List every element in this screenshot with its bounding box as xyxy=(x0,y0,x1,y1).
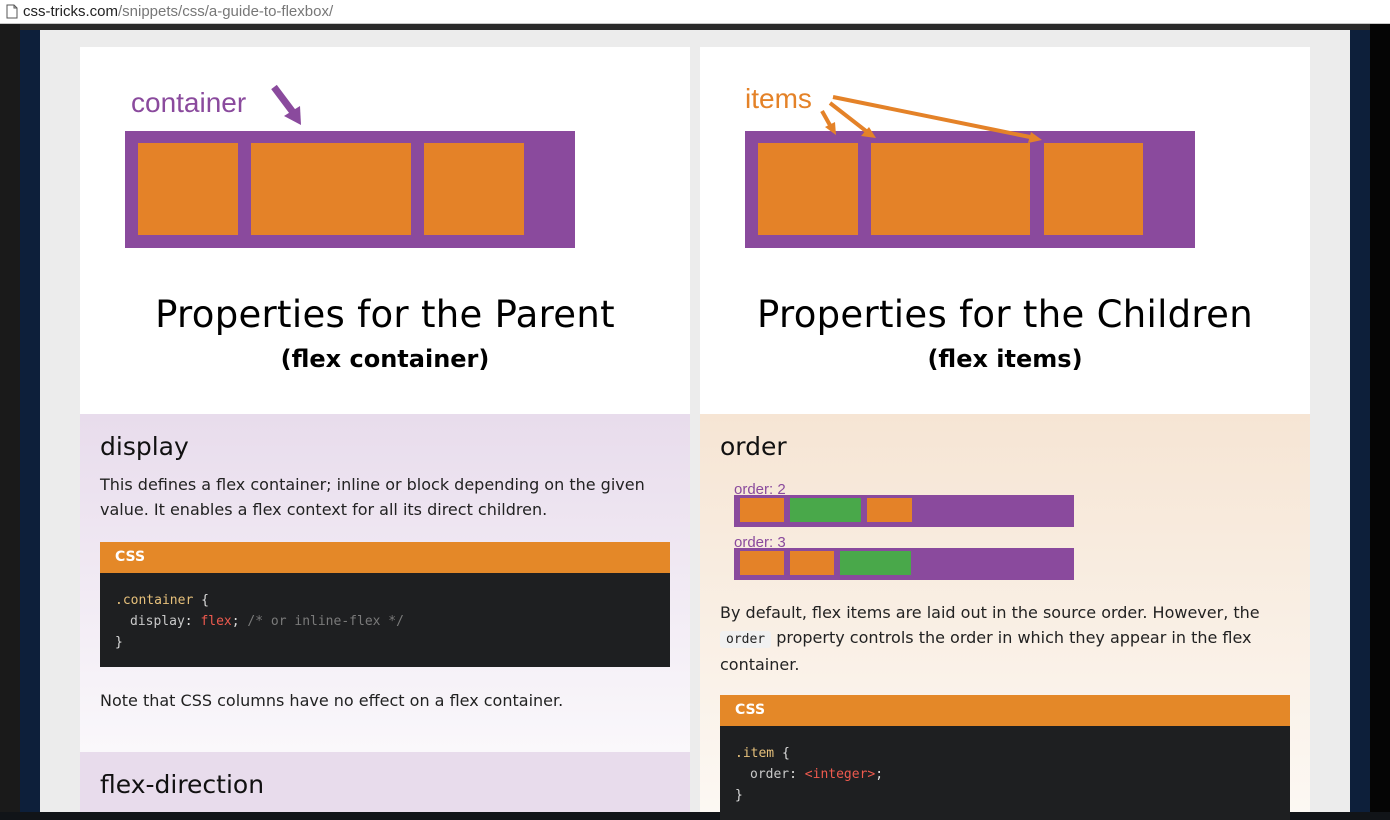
code-body[interactable]: .container { display: flex; /* or inline… xyxy=(100,573,670,667)
code-brace-open: { xyxy=(774,746,790,761)
order-example-1-item-3 xyxy=(867,498,912,522)
container-item-3 xyxy=(424,143,524,235)
container-item-1 xyxy=(138,143,238,235)
flex-direction-heading[interactable]: flex-direction xyxy=(100,770,264,799)
url-path: /snippets/css/a-guide-to-flexbox/ xyxy=(118,3,334,20)
flex-direction-section: flex-direction xyxy=(80,752,690,812)
url-text[interactable]: css-tricks.com/snippets/css/a-guide-to-f… xyxy=(23,3,333,20)
order-example-2-item-1 xyxy=(740,551,784,575)
window-edge-right xyxy=(1370,24,1390,812)
code-brace-open: { xyxy=(193,593,209,608)
order-section: order order: 2 order: 3 By default, flex… xyxy=(700,414,1310,820)
order-example-1-item-1 xyxy=(740,498,784,522)
order-example-2-item-3 xyxy=(840,551,911,575)
order-inline-code: order xyxy=(720,631,772,648)
url-host: css-tricks.com xyxy=(23,3,118,20)
order-description: By default, flex items are laid out in t… xyxy=(720,600,1290,677)
items-diagram xyxy=(745,95,1195,248)
parent-hero: container Properties for the Parent (fle… xyxy=(80,47,690,414)
page-background-right xyxy=(1350,30,1370,812)
order-example-2-label: order: 3 xyxy=(734,534,786,551)
code-colon: : xyxy=(184,614,201,629)
container-item-2 xyxy=(251,143,411,235)
children-column: items Properties for the Children (flex … xyxy=(700,47,1310,820)
container-arrow-line xyxy=(271,84,298,118)
code-semicolon: ; xyxy=(875,767,884,782)
order-example-1-item-2 xyxy=(790,498,861,522)
code-value: <integer> xyxy=(804,767,876,782)
code-brace-close: } xyxy=(735,788,743,803)
parent-column: container Properties for the Parent (fle… xyxy=(80,47,690,812)
code-body[interactable]: .item { order: <integer>; } xyxy=(720,726,1290,820)
code-language-label: CSS xyxy=(720,695,1290,726)
code-value: flex xyxy=(200,614,232,629)
order-heading[interactable]: order xyxy=(720,432,787,461)
code-property: order xyxy=(750,767,790,782)
items-arrow-2-line xyxy=(828,101,868,133)
code-brace-close: } xyxy=(115,635,123,650)
children-title: Properties for the Children xyxy=(757,293,1253,336)
order-diagram xyxy=(734,495,1074,580)
parent-title: Properties for the Parent xyxy=(155,293,615,336)
container-diagram xyxy=(125,84,575,248)
code-colon: : xyxy=(789,767,805,782)
page-icon xyxy=(2,0,22,24)
children-hero: items Properties for the Children (flex … xyxy=(700,47,1310,414)
order-desc-start: By default, flex items are laid out in t… xyxy=(720,603,1260,622)
code-selector: .container xyxy=(115,593,194,608)
flex-item-1 xyxy=(758,143,858,235)
display-code-block: CSS .container { display: flex; /* or in… xyxy=(100,542,670,667)
parent-subtitle: (flex container) xyxy=(280,345,490,373)
order-code-block: CSS .item { order: <integer>; } xyxy=(720,695,1290,820)
address-bar[interactable]: css-tricks.com/snippets/css/a-guide-to-f… xyxy=(0,0,1390,24)
flex-item-2 xyxy=(871,143,1030,235)
code-selector: .item xyxy=(735,746,775,761)
display-note: Note that CSS columns have no effect on … xyxy=(100,691,564,710)
order-example-1-label: order: 2 xyxy=(734,481,786,498)
code-property: display xyxy=(130,614,185,629)
code-comment: /* or inline-flex */ xyxy=(239,614,404,629)
display-description: This defines a flex container; inline or… xyxy=(100,475,645,519)
window-edge-left xyxy=(0,24,20,812)
order-desc-end: property controls the order in which the… xyxy=(720,628,1252,674)
children-subtitle: (flex items) xyxy=(927,345,1083,373)
code-language-label: CSS xyxy=(100,542,670,573)
page-background-left xyxy=(20,30,40,812)
display-section: display This defines a flex container; i… xyxy=(80,414,690,752)
flex-item-3 xyxy=(1044,143,1143,235)
display-heading[interactable]: display xyxy=(100,432,189,461)
order-example-2-item-2 xyxy=(790,551,834,575)
code-semicolon: ; xyxy=(231,614,240,629)
items-arrow-1-line xyxy=(820,110,833,128)
